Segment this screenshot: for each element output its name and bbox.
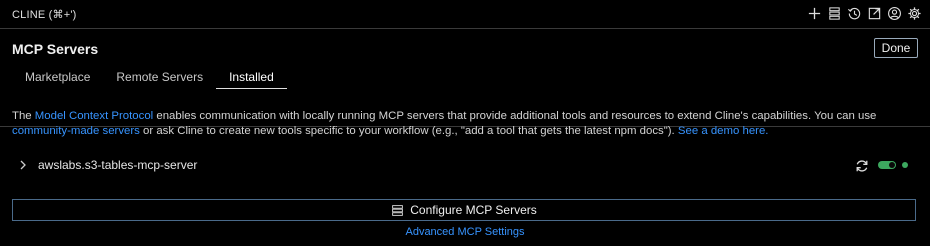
refresh-icon[interactable] [854, 158, 870, 174]
tab-remote-servers[interactable]: Remote Servers [103, 67, 216, 89]
title-bar: CLINE (⌘+') [0, 0, 930, 29]
description-part: or ask Cline to create new tools specifi… [139, 125, 678, 137]
chevron-right-icon[interactable] [18, 158, 28, 172]
toolbar [806, 5, 922, 21]
description-text: The Model Context Protocol enables commu… [12, 109, 917, 139]
advanced-mcp-settings-link[interactable]: Advanced MCP Settings [0, 226, 930, 238]
server-icon[interactable] [826, 5, 842, 21]
page-title: MCP Servers [12, 41, 99, 57]
gear-icon[interactable] [906, 5, 922, 21]
account-icon[interactable] [886, 5, 902, 21]
server-enable-toggle[interactable] [878, 161, 896, 169]
tab-installed[interactable]: Installed [216, 67, 287, 89]
external-link-icon[interactable] [866, 5, 882, 21]
done-button[interactable]: Done [874, 38, 918, 58]
toggle-knob [889, 162, 895, 168]
plus-icon[interactable] [806, 5, 822, 21]
server-name: awslabs.s3-tables-mcp-server [38, 158, 198, 172]
description-part: The [12, 110, 35, 122]
server-icon [392, 204, 404, 216]
configure-mcp-servers-button[interactable]: Configure MCP Servers [12, 199, 916, 221]
configure-label: Configure MCP Servers [410, 203, 537, 217]
demo-link[interactable]: See a demo here. [678, 125, 769, 137]
model-context-protocol-link[interactable]: Model Context Protocol [35, 110, 153, 122]
tab-bar: Marketplace Remote Servers Installed [12, 67, 287, 93]
community-servers-link[interactable]: community-made servers [12, 125, 140, 137]
tab-marketplace[interactable]: Marketplace [12, 67, 103, 89]
status-dot [902, 162, 908, 168]
history-icon[interactable] [846, 5, 862, 21]
server-row[interactable]: awslabs.s3-tables-mcp-server [12, 156, 917, 176]
description-part: enables communication with locally runni… [153, 110, 877, 122]
app-title: CLINE (⌘+') [12, 9, 77, 21]
